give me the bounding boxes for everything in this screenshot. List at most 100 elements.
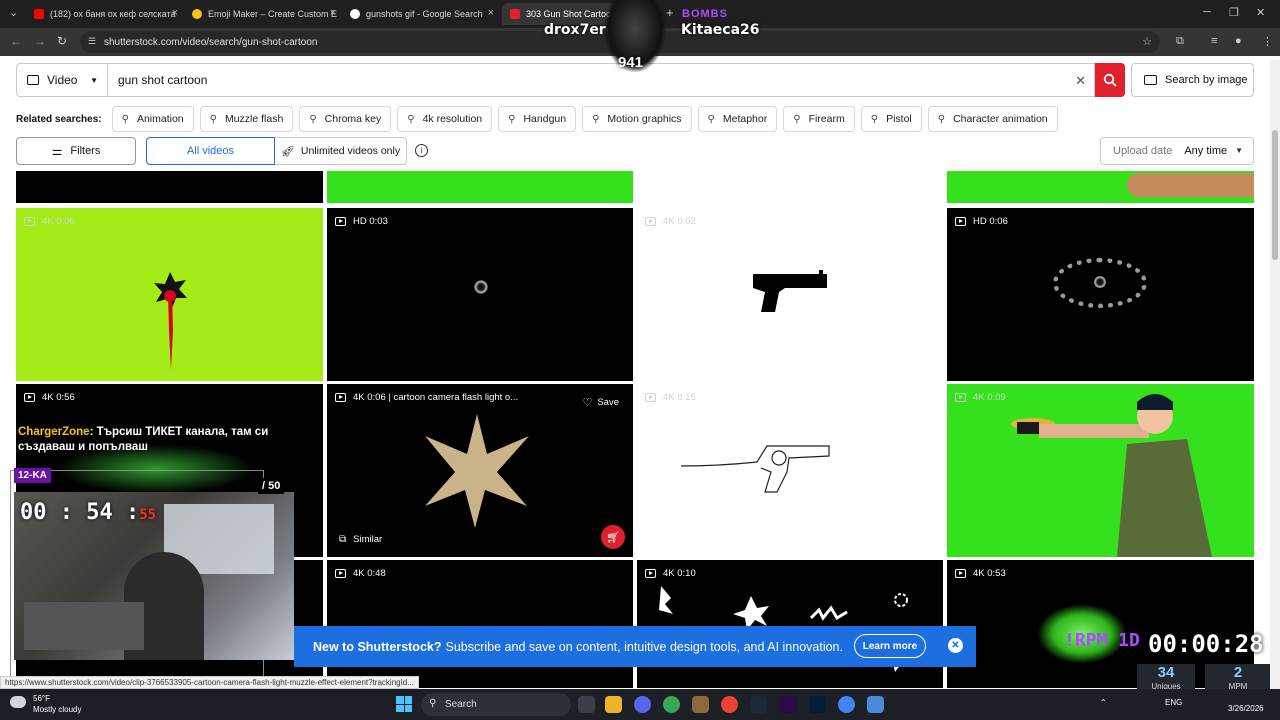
video-thumbnail[interactable]: [947, 171, 1254, 203]
related-chip[interactable]: ⚲ Handgun: [498, 106, 577, 132]
page-scrollbar[interactable]: [1270, 60, 1280, 689]
save-button[interactable]: ♡ Save: [582, 396, 619, 409]
file-explorer-icon[interactable]: [605, 696, 622, 713]
video-thumbnail-hovered[interactable]: 4K 0:06 | cartoon camera flash light o..…: [327, 384, 633, 557]
tray-language[interactable]: ENG: [1165, 698, 1182, 707]
related-chip[interactable]: ⚲ Character animation: [927, 106, 1058, 132]
related-chip[interactable]: ⚲ Pistol: [860, 106, 922, 132]
taskbar-search-label: Search: [445, 699, 477, 710]
video-icon: [335, 393, 346, 402]
app-icon[interactable]: [692, 696, 709, 713]
tab-title: (182) ох баня ох кеф селската: [50, 9, 176, 19]
video-icon: [27, 75, 39, 85]
related-chip[interactable]: ⚲ Metaphor: [697, 106, 778, 132]
search-input[interactable]: gun shot cartoon ✕: [107, 63, 1095, 97]
chrome-icon[interactable]: [721, 696, 738, 713]
tab-emoji-maker[interactable]: Emoji Maker – Create Custom E ×: [184, 3, 342, 25]
extensions-icon[interactable]: ⧉: [1176, 35, 1184, 48]
close-tab-icon[interactable]: ×: [172, 7, 178, 19]
menu-icon[interactable]: ⋮: [1262, 35, 1273, 48]
video-thumbnail[interactable]: HD 0:03: [327, 208, 633, 381]
video-thumbnail[interactable]: 4K 0:15: [637, 384, 943, 557]
weather-cloud-icon[interactable]: [10, 696, 26, 708]
search-button[interactable]: [1095, 63, 1125, 97]
similar-button[interactable]: ⧉ Similar: [339, 534, 382, 545]
discord-icon[interactable]: [634, 696, 651, 713]
pistol-graphic: [753, 270, 827, 312]
profile-icon[interactable]: ●: [1235, 35, 1242, 47]
reload-icon[interactable]: ↻: [57, 34, 67, 48]
video-thumbnail[interactable]: HD 0:06: [947, 208, 1254, 381]
search-icon: ⚲: [121, 113, 129, 125]
tray-chevron-icon[interactable]: ⌃: [1100, 698, 1107, 707]
revolver-line-graphic: [680, 445, 830, 493]
tray-date[interactable]: 3/26/2026: [1228, 704, 1264, 713]
search-by-image-button[interactable]: Search by image: [1131, 63, 1254, 97]
video-thumbnail[interactable]: [637, 171, 943, 203]
chrome-icon[interactable]: [663, 696, 680, 713]
chip-label: Motion graphics: [607, 113, 682, 125]
scroll-thumb[interactable]: [1272, 130, 1278, 260]
clip-duration: 4K 0:02: [663, 216, 696, 227]
video-thumbnail[interactable]: 4K 0:09: [947, 384, 1254, 557]
back-icon[interactable]: ←: [10, 34, 22, 48]
emoji-icon: [192, 9, 202, 19]
steam-icon[interactable]: [750, 696, 767, 713]
unlimited-videos-toggle[interactable]: 🚀︎ Unlimited videos only: [275, 137, 407, 165]
uniques-number: 34: [1157, 664, 1175, 681]
upload-date-select[interactable]: Upload date Any time ▼: [1100, 137, 1254, 165]
bookmark-star-icon[interactable]: ☆: [1142, 35, 1152, 48]
chip-label: Chroma key: [324, 113, 382, 125]
forward-icon[interactable]: →: [34, 34, 46, 48]
related-chip[interactable]: ⚲ Chroma key: [299, 106, 392, 132]
video-thumbnail[interactable]: 4K 0:10: [637, 560, 943, 688]
video-thumbnail[interactable]: 4K 0:48: [327, 560, 633, 688]
media-type-select[interactable]: Video ▼: [16, 63, 107, 97]
windows-start-icon[interactable]: [396, 696, 412, 712]
filters-button[interactable]: ⚌ Filters: [16, 137, 136, 165]
media-type-label: Video: [47, 73, 78, 87]
new-tab-button[interactable]: +: [666, 5, 674, 20]
all-videos-toggle[interactable]: All videos: [146, 137, 275, 165]
weather-widget[interactable]: 56°F Mostly cloudy: [33, 693, 81, 715]
related-chip[interactable]: ⚲ Firearm: [783, 106, 855, 132]
photoshop-icon[interactable]: [809, 696, 826, 713]
info-icon[interactable]: i: [415, 144, 428, 157]
maximize-icon[interactable]: ❐: [1229, 6, 1239, 19]
taskbar-search[interactable]: ⚲ Search: [421, 693, 571, 716]
search-icon: ⚲: [937, 113, 946, 125]
youtube-icon: [34, 9, 44, 19]
close-tab-icon[interactable]: ×: [330, 7, 336, 19]
site-info-icon[interactable]: ☰: [88, 36, 96, 47]
camera-icon: [1144, 75, 1157, 85]
close-tab-icon[interactable]: ×: [488, 7, 494, 19]
clip-meta: 4K 0:02: [645, 216, 696, 227]
clear-search-icon[interactable]: ✕: [1075, 73, 1086, 89]
video-thumbnail[interactable]: 4K 0:06: [16, 208, 323, 381]
video-thumbnail[interactable]: 4K 0:02: [637, 208, 943, 381]
add-to-cart-button[interactable]: 🛒︎: [601, 525, 625, 549]
clip-duration: 4K 0:15: [663, 392, 696, 403]
chrome-active-icon[interactable]: [838, 696, 855, 713]
kanal-badge: 12-KA: [14, 468, 51, 483]
media-controls-icon[interactable]: ≡: [1211, 35, 1217, 47]
video-thumbnail[interactable]: [327, 171, 633, 203]
related-chip[interactable]: ⚲ Motion graphics: [582, 106, 692, 132]
related-chip[interactable]: ⚲ Animation: [111, 106, 194, 132]
clip-meta: 4K 0:06: [24, 216, 75, 227]
related-chip[interactable]: ⚲ Muzzle flash: [199, 106, 294, 132]
tab-google-search[interactable]: gunshots gif - Google Search ×: [342, 3, 500, 25]
tab-youtube[interactable]: (182) ох баня ох кеф селската ×: [26, 3, 184, 25]
task-view-icon[interactable]: [578, 696, 595, 713]
close-window-icon[interactable]: ✕: [1256, 6, 1265, 19]
close-banner-icon[interactable]: ✕: [948, 638, 963, 653]
related-chip[interactable]: ⚲ 4k resolution: [397, 106, 493, 132]
app-icon[interactable]: [867, 696, 884, 713]
learn-more-button[interactable]: Learn more: [854, 634, 926, 658]
video-thumbnail[interactable]: [16, 171, 323, 203]
premiere-icon[interactable]: [780, 696, 797, 713]
search-input-value: gun shot cartoon: [118, 73, 208, 87]
minimize-icon[interactable]: ─: [1203, 6, 1211, 18]
tab-list-icon[interactable]: ⌄: [9, 6, 18, 19]
save-label: Save: [597, 397, 619, 408]
